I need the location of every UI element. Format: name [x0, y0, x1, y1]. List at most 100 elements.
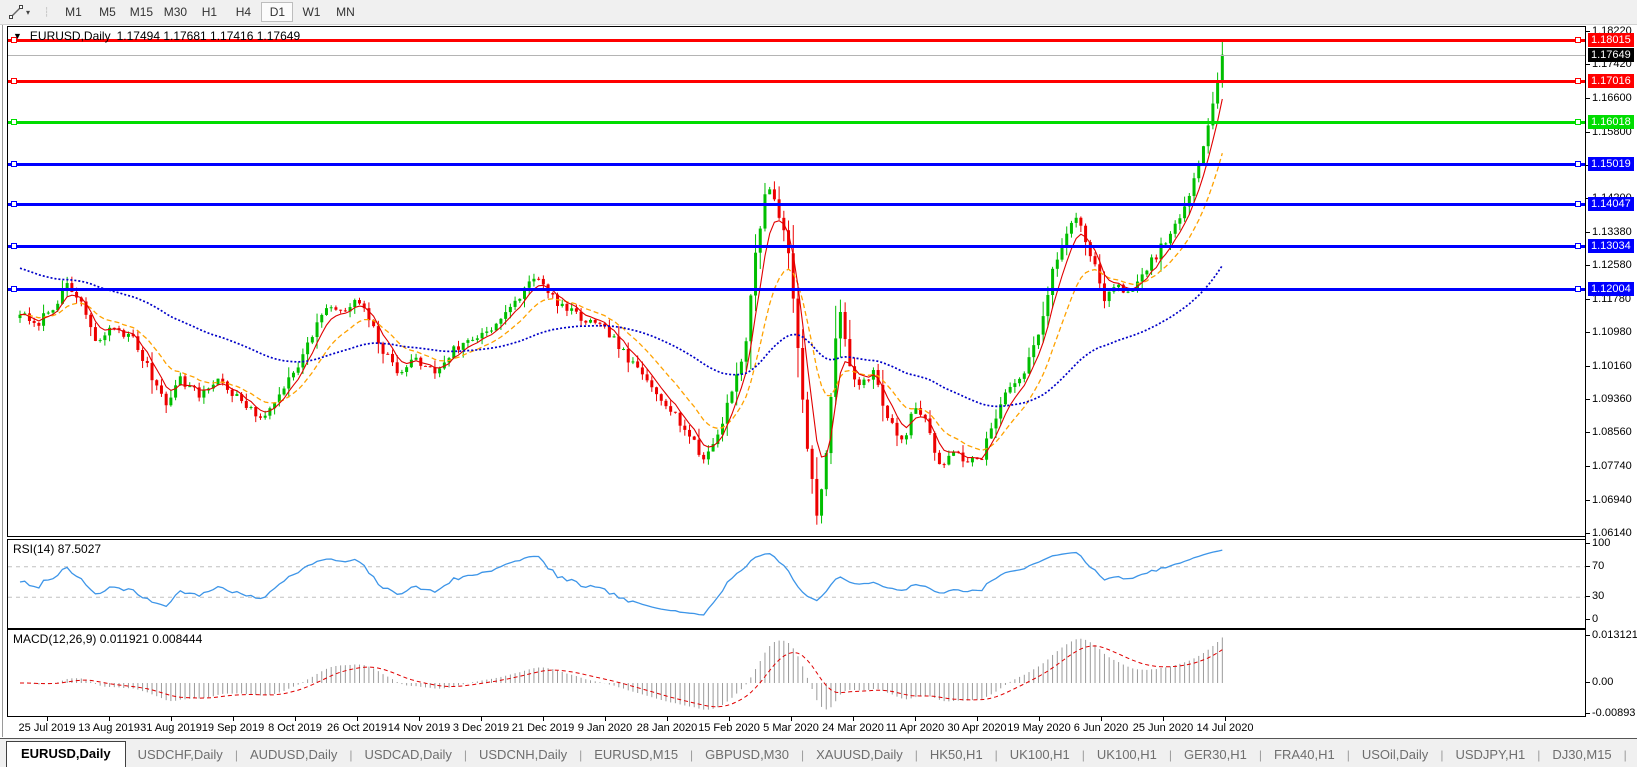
date-tick-label: 15 Feb 2020 [698, 722, 760, 734]
date-tick-mark [915, 717, 916, 721]
tab-usdcad-daily[interactable]: USDCAD,Daily [352, 743, 463, 767]
date-axis[interactable]: 25 Jul 2019 13 Aug 2019 31 Aug 2019 19 Sep … [7, 717, 1586, 738]
line-right-handle[interactable] [1575, 161, 1581, 167]
tab-eurusd-m15[interactable]: EURUSD,M15 [582, 743, 690, 767]
line-left-handle[interactable] [11, 243, 17, 249]
rsi-tick-mark [1586, 543, 1590, 544]
line-right-handle[interactable] [1575, 243, 1581, 249]
macd-panel[interactable]: MACD(12,26,9) 0.011921 0.008444 [7, 629, 1586, 717]
tab-audusd-daily[interactable]: AUDUSD,Daily [238, 743, 349, 767]
trendline-tool-icon [9, 5, 23, 19]
horizontal-level-line[interactable] [8, 245, 1585, 248]
timeframe-button-w1[interactable]: W1 [295, 2, 327, 22]
price-tick-mark [1586, 64, 1590, 65]
price-tick-mark [1586, 132, 1590, 133]
date-tick-label: 14 Nov 2019 [387, 722, 451, 734]
line-left-handle[interactable] [11, 78, 17, 84]
line-left-handle[interactable] [11, 286, 17, 292]
price-level-badge: 1.14047 [1588, 197, 1634, 211]
price-tick-label: 1.08560 [1592, 426, 1632, 438]
macd-tick-label: 0.013121 [1592, 629, 1637, 641]
tab-fra40-h1[interactable]: FRA40,H1 [1262, 743, 1347, 767]
tab-usoil-daily[interactable]: USOil,Daily [1350, 743, 1440, 767]
tab-gbpusd-m30[interactable]: GBPUSD,M30 [693, 743, 801, 767]
tab-ger30-h1[interactable]: GER30,H1 [1172, 743, 1259, 767]
line-right-handle[interactable] [1575, 37, 1581, 43]
horizontal-level-line[interactable] [8, 163, 1585, 166]
date-tick-mark [171, 717, 172, 721]
price-axis[interactable]: 1.182201.174201.166001.158001.150001.142… [1585, 25, 1637, 738]
rsi-label: RSI(14) 87.5027 [13, 542, 102, 556]
collapse-triangle-icon[interactable]: ▼ [13, 31, 22, 41]
tab-uk100-h1[interactable]: UK100,H1 [1085, 743, 1169, 767]
line-left-handle[interactable] [11, 201, 17, 207]
macd-tick-mark [1586, 713, 1590, 714]
horizontal-level-line[interactable] [8, 288, 1585, 291]
date-tick-label: 11 Apr 2020 [885, 722, 945, 734]
timeframe-button-m30[interactable]: M30 [159, 2, 191, 22]
date-tick-label: 21 Dec 2019 [511, 722, 575, 734]
chart-tab-bar: EURUSD,Daily USDCHF,Daily | AUDUSD,Daily | US… [0, 738, 1637, 767]
timeframe-button-h4[interactable]: H4 [227, 2, 259, 22]
line-left-handle[interactable] [11, 119, 17, 125]
tab-eurusd-daily[interactable]: EURUSD,Daily [6, 741, 126, 767]
date-tick-mark [357, 717, 358, 721]
date-tick-mark [1039, 717, 1040, 721]
date-tick-label: 14 Jul 2020 [1196, 722, 1254, 734]
date-tick-label: 5 Mar 2020 [763, 722, 819, 734]
price-tick-label: 1.12580 [1592, 259, 1632, 271]
price-chart-panel[interactable]: ▼ EURUSD,Daily 1.17494 1.17681 1.17416 1… [7, 26, 1586, 537]
date-tick-label: 19 May 2020 [1007, 722, 1071, 734]
date-tick-label: 26 Oct 2019 [327, 722, 387, 734]
chart-ohlc-values: 1.17494 1.17681 1.17416 1.17649 [116, 29, 301, 43]
date-tick-label: 6 Jun 2020 [1073, 722, 1129, 734]
price-tick-label: 1.16600 [1592, 92, 1632, 104]
chart-tool-button[interactable]: ▾ [4, 2, 34, 22]
line-right-handle[interactable] [1575, 78, 1581, 84]
current-price-line [8, 55, 1585, 56]
date-tick-mark [481, 717, 482, 721]
date-tick-mark [109, 717, 110, 721]
date-tick-label: 31 Aug 2019 [140, 722, 202, 734]
date-tick-mark [233, 717, 234, 721]
price-tick-mark [1586, 399, 1590, 400]
price-level-badge: 1.17016 [1588, 74, 1634, 88]
tab-usdcnh-daily[interactable]: USDCNH,Daily [467, 743, 579, 767]
date-tick-mark [605, 717, 606, 721]
line-right-handle[interactable] [1575, 119, 1581, 125]
timeframe-button-m1[interactable]: M1 [57, 2, 89, 22]
rsi-tick-label: 30 [1592, 590, 1605, 602]
timeframe-button-m5[interactable]: M5 [91, 2, 123, 22]
mt4-window: ▾ ┆ M1 M5 M15 M30 H1 H4 D1 W1 MN ▼ EURUSD,Daily … [0, 0, 1637, 767]
rsi-tick-mark [1586, 566, 1590, 567]
price-level-badge: 1.12004 [1588, 282, 1634, 296]
price-tick-mark [1586, 366, 1590, 367]
price-tick-mark [1586, 98, 1590, 99]
rsi-panel[interactable]: RSI(14) 87.5027 [7, 539, 1586, 629]
horizontal-level-line[interactable] [8, 121, 1585, 124]
horizontal-level-line[interactable] [8, 203, 1585, 206]
tab-china300-h4[interactable]: CHINA300,H4 [1627, 743, 1637, 767]
price-tick-mark [1586, 265, 1590, 266]
line-right-handle[interactable] [1575, 201, 1581, 207]
toolbar-grip: ┆ [44, 6, 50, 17]
tab-usdchf-daily[interactable]: USDCHF,Daily [126, 743, 235, 767]
line-right-handle[interactable] [1575, 286, 1581, 292]
date-tick-mark [1101, 717, 1102, 721]
tab-uk100-h1[interactable]: UK100,H1 [998, 743, 1082, 767]
date-tick-mark [667, 717, 668, 721]
price-tick-mark [1586, 466, 1590, 467]
timeframe-button-h1[interactable]: H1 [193, 2, 225, 22]
tab-dj30-m15[interactable]: DJ30,M15 [1540, 743, 1623, 767]
price-tick-mark [1586, 299, 1590, 300]
timeframe-button-m15[interactable]: M15 [125, 2, 157, 22]
tab-xauusd-daily[interactable]: XAUUSD,Daily [804, 743, 915, 767]
tab-usdjpy-h1[interactable]: USDJPY,H1 [1443, 743, 1537, 767]
horizontal-level-line[interactable] [8, 80, 1585, 83]
timeframe-button-d1[interactable]: D1 [261, 2, 294, 22]
date-tick-mark [1225, 717, 1226, 721]
price-tick-mark [1586, 332, 1590, 333]
line-left-handle[interactable] [11, 161, 17, 167]
timeframe-button-mn[interactable]: MN [329, 2, 361, 22]
tab-hk50-h1[interactable]: HK50,H1 [918, 743, 995, 767]
